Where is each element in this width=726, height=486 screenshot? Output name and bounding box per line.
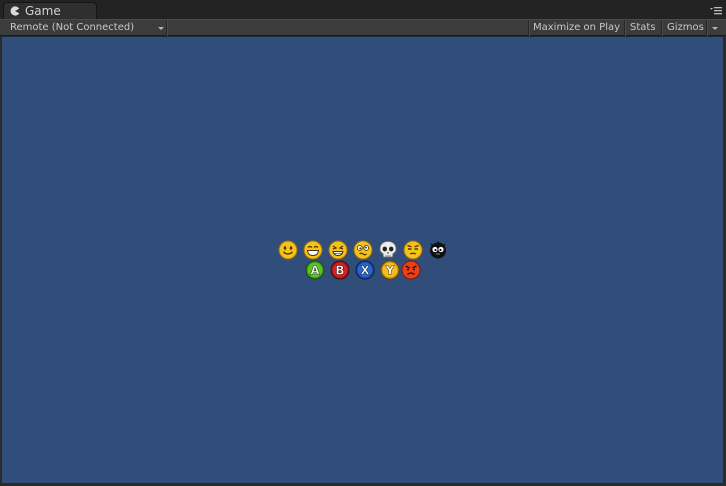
panel-menu-icon[interactable] xyxy=(710,6,722,16)
button-b-letter: B xyxy=(335,263,344,277)
tab-title: Game xyxy=(25,4,61,18)
black-face-emoji-icon xyxy=(430,241,446,259)
display-dropdown[interactable]: Remote (Not Connected) xyxy=(0,20,166,36)
tab-bar: Game xyxy=(0,0,726,19)
chevron-down-icon xyxy=(158,27,164,30)
controller-button-a-icon: A xyxy=(305,260,325,280)
maximize-on-play-label: Maximize on Play xyxy=(533,22,621,33)
maximize-on-play-toggle[interactable]: Maximize on Play xyxy=(528,20,624,36)
gizmos-dropdown[interactable] xyxy=(706,20,726,36)
button-y-letter: Y xyxy=(385,263,395,277)
stats-toggle[interactable]: Stats xyxy=(624,20,661,36)
gizmos-toggle[interactable]: Gizmos xyxy=(661,20,706,36)
stats-label: Stats xyxy=(630,22,656,33)
annoyed-emoji-icon xyxy=(403,240,423,260)
button-a-letter: A xyxy=(310,263,320,277)
gizmos-label: Gizmos xyxy=(667,22,704,33)
game-toolbar: Remote (Not Connected) Maximize on Play … xyxy=(0,19,726,36)
controller-button-y-icon: Y xyxy=(380,260,400,280)
skull-emoji-icon xyxy=(379,241,397,258)
pacman-icon xyxy=(10,6,20,16)
angry-emoji-icon xyxy=(401,260,421,280)
controller-button-b-icon: B xyxy=(330,260,350,280)
chevron-down-icon xyxy=(712,27,718,30)
controller-button-x-icon: X xyxy=(355,260,375,280)
dizzy-emoji-icon xyxy=(353,240,373,260)
toolbar-spacer xyxy=(166,20,528,36)
laugh-emoji-icon xyxy=(328,240,348,260)
tab-game[interactable]: Game xyxy=(3,2,97,19)
smile-emoji-icon xyxy=(278,240,298,260)
grin-emoji-icon xyxy=(303,240,323,260)
button-x-letter: X xyxy=(360,263,370,277)
game-viewport[interactable]: A B X Y xyxy=(1,36,724,484)
display-dropdown-label: Remote (Not Connected) xyxy=(10,22,135,33)
